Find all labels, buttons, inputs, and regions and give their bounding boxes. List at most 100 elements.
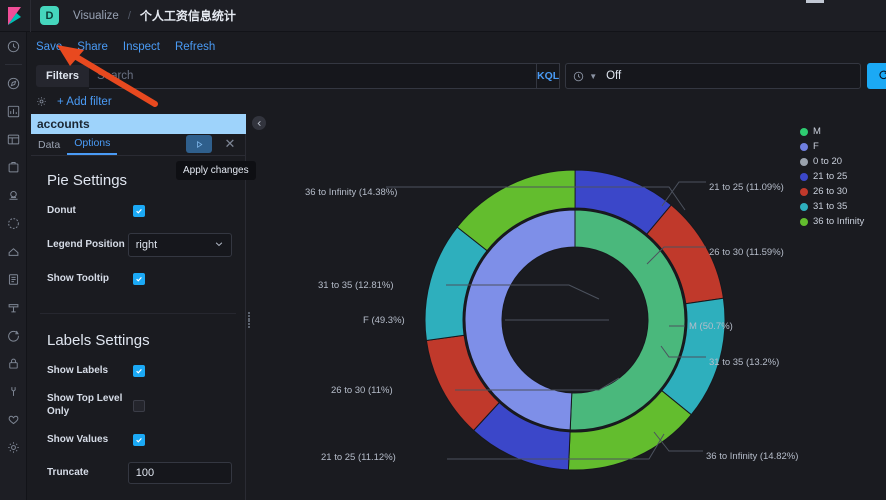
search-input[interactable]: Search: [89, 63, 537, 89]
breadcrumb: Visualize / 个人工资信息统计: [73, 7, 236, 24]
breadcrumb-visualize[interactable]: Visualize: [73, 10, 119, 22]
management-gear-icon[interactable]: [0, 433, 27, 461]
pie-slice-label: 36 to Infinity (14.38%): [305, 187, 397, 198]
uptime-icon[interactable]: [0, 321, 27, 349]
monitoring-heart-icon[interactable]: [0, 405, 27, 433]
show-top-level-only-label: Show Top Level Only: [47, 393, 133, 418]
refresh-arrow-icon: [878, 69, 886, 83]
clock-icon: [573, 71, 584, 82]
kql-language-badge[interactable]: KQL: [537, 63, 560, 89]
share-button[interactable]: Share: [77, 41, 108, 53]
legend-item[interactable]: 0 to 20: [800, 154, 878, 169]
index-pattern-title: accounts: [31, 114, 246, 134]
siem-lock-icon[interactable]: [0, 349, 27, 377]
legend-label: M: [813, 126, 821, 137]
tab-data[interactable]: Data: [31, 139, 67, 155]
save-button[interactable]: Save: [36, 41, 62, 53]
editor-panel-body: Pie Settings Donut Legend Position right…: [31, 156, 245, 500]
legend-item[interactable]: 21 to 25: [800, 169, 878, 184]
legend-color-swatch: [800, 188, 808, 196]
donut-setting-row: Donut: [44, 200, 232, 222]
refresh-button[interactable]: Refresh: [175, 41, 215, 53]
donut-checkbox[interactable]: [133, 205, 145, 217]
show-top-level-only-row: Show Top Level Only: [44, 393, 232, 418]
visualization-action-bar: Save Share Inspect Refresh: [27, 32, 886, 61]
legend-item[interactable]: M: [800, 124, 878, 139]
legend-color-swatch: [800, 218, 808, 226]
pie-slice-label: 31 to 35 (12.81%): [318, 280, 394, 291]
legend-color-swatch: [800, 143, 808, 151]
visualization-canvas: M F 0 to 20 21 to 25 26 to 30 31 to 35 3…: [269, 114, 886, 500]
kibana-logo-icon[interactable]: [0, 0, 30, 32]
filters-tab-label[interactable]: Filters: [36, 65, 89, 87]
show-tooltip-checkbox[interactable]: [133, 273, 145, 285]
legend-item[interactable]: F: [800, 139, 878, 154]
recently-viewed-icon[interactable]: [0, 32, 27, 60]
collapse-panel-button[interactable]: [252, 116, 266, 130]
dashboard-icon[interactable]: [0, 125, 27, 153]
labels-settings-group: Labels Settings Show Labels Show Top Lev…: [40, 324, 236, 500]
legend-item[interactable]: 36 to Infinity: [800, 214, 878, 229]
rail-divider: [5, 64, 22, 65]
chevron-down-icon[interactable]: ▼: [589, 72, 597, 81]
discover-icon[interactable]: [0, 69, 27, 97]
show-labels-checkbox[interactable]: [133, 365, 145, 377]
window-edge-sliver: [806, 0, 824, 3]
editor-tabs: Data Options ✕: [31, 134, 245, 156]
pie-settings-group: Pie Settings Donut Legend Position right…: [40, 164, 236, 314]
visualize-icon[interactable]: [0, 97, 27, 125]
filter-bar: + Add filter: [27, 91, 886, 112]
refresh-query-button[interactable]: Refresh: [867, 63, 886, 89]
dev-tools-wrench-icon[interactable]: [0, 377, 27, 405]
legend-position-select[interactable]: right: [128, 233, 232, 257]
legend-color-swatch: [800, 173, 808, 181]
labels-settings-title: Labels Settings: [44, 332, 232, 349]
tab-options[interactable]: Options: [67, 137, 117, 155]
date-range-value: Off: [606, 70, 621, 82]
pie-slice-label: 26 to 30 (11.59%): [709, 247, 784, 258]
discard-changes-close-icon[interactable]: ✕: [220, 135, 240, 153]
legend-item[interactable]: 31 to 35: [800, 199, 878, 214]
filter-options-gear-icon[interactable]: [36, 96, 47, 107]
canvas-icon[interactable]: [0, 153, 27, 181]
truncate-input[interactable]: 100: [128, 462, 232, 484]
show-labels-row: Show Labels: [44, 360, 232, 382]
machine-learning-icon[interactable]: [0, 209, 27, 237]
show-values-label: Show Values: [47, 434, 133, 447]
legend-position-row: Legend Position right: [44, 233, 232, 257]
show-tooltip-label: Show Tooltip: [47, 273, 133, 286]
query-bar: Filters Search KQL ▼ Off Refresh: [27, 61, 886, 91]
donut-chart[interactable]: [269, 114, 886, 500]
header-divider: [30, 0, 31, 32]
legend-color-swatch: [800, 158, 808, 166]
maps-icon[interactable]: [0, 181, 27, 209]
show-values-row: Show Values: [44, 429, 232, 451]
legend-item[interactable]: 26 to 30: [800, 184, 878, 199]
chevron-down-icon: [214, 239, 224, 252]
pie-slice-label: 21 to 25 (11.09%): [709, 182, 784, 193]
pie-slice-label: 31 to 35 (13.2%): [709, 357, 779, 368]
truncate-row: Truncate 100: [44, 462, 232, 484]
legend-color-swatch: [800, 203, 808, 211]
add-filter-button[interactable]: + Add filter: [57, 96, 112, 108]
panel-resize-handle[interactable]: [245, 312, 253, 328]
date-range-picker[interactable]: ▼ Off: [565, 63, 861, 89]
legend-label: 36 to Infinity: [813, 216, 864, 227]
apm-icon[interactable]: [0, 293, 27, 321]
show-top-level-only-checkbox[interactable]: [133, 400, 145, 412]
breadcrumb-current-title: 个人工资信息统计: [140, 7, 236, 24]
show-tooltip-row: Show Tooltip: [44, 268, 232, 290]
truncate-label: Truncate: [47, 467, 128, 480]
apply-changes-tooltip: Apply changes: [176, 161, 256, 180]
legend-label: F: [813, 141, 819, 152]
legend-position-label: Legend Position: [47, 239, 128, 252]
infrastructure-icon[interactable]: [0, 237, 27, 265]
show-labels-label: Show Labels: [47, 365, 133, 378]
apply-changes-button[interactable]: [186, 135, 212, 153]
logs-icon[interactable]: [0, 265, 27, 293]
legend-label: 31 to 35: [813, 201, 847, 212]
inspect-button[interactable]: Inspect: [123, 41, 160, 53]
space-avatar-badge[interactable]: D: [40, 6, 59, 25]
show-values-checkbox[interactable]: [133, 434, 145, 446]
pie-slice-label: 21 to 25 (11.12%): [321, 452, 396, 463]
